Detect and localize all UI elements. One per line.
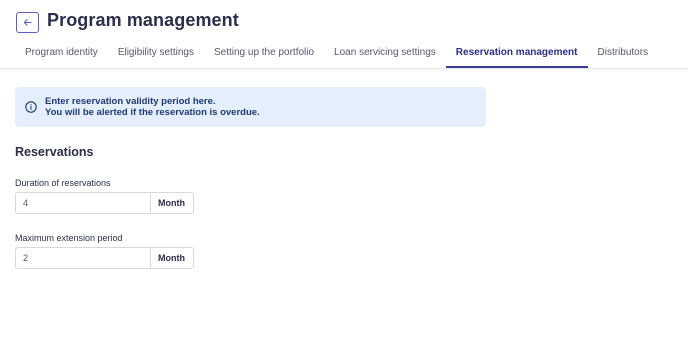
tab-bar: Program identity Eligibility settings Se… [15, 40, 658, 69]
extension-input[interactable] [16, 248, 150, 268]
tab-eligibility-settings[interactable]: Eligibility settings [108, 40, 204, 68]
page-title: Program management [47, 10, 239, 30]
tab-reservation-management[interactable]: Reservation management [445, 40, 588, 68]
arrow-left-icon [23, 19, 32, 26]
tab-loan-servicing-settings[interactable]: Loan servicing settings [324, 40, 446, 68]
info-alert: Enter reservation validity period here. … [15, 87, 486, 127]
extension-field: Month [15, 247, 194, 269]
alert-line-2: You will be alerted if the reservation i… [45, 107, 260, 118]
duration-label: Duration of reservations [15, 178, 111, 188]
extension-unit: Month [150, 248, 193, 268]
back-button[interactable] [16, 12, 39, 33]
alert-message: Enter reservation validity period here. … [45, 96, 260, 118]
alert-line-1: Enter reservation validity period here. [45, 96, 216, 107]
page-header: Program management Program identity Elig… [0, 0, 688, 69]
tab-setting-up-portfolio[interactable]: Setting up the portfolio [204, 40, 324, 68]
tab-distributors[interactable]: Distributors [588, 40, 659, 68]
info-icon [25, 101, 37, 113]
section-title-reservations: Reservations [15, 145, 94, 159]
extension-label: Maximum extension period [15, 233, 123, 243]
duration-field: Month [15, 192, 194, 214]
duration-unit: Month [150, 193, 193, 213]
tab-program-identity[interactable]: Program identity [15, 40, 108, 68]
duration-input[interactable] [16, 193, 150, 213]
